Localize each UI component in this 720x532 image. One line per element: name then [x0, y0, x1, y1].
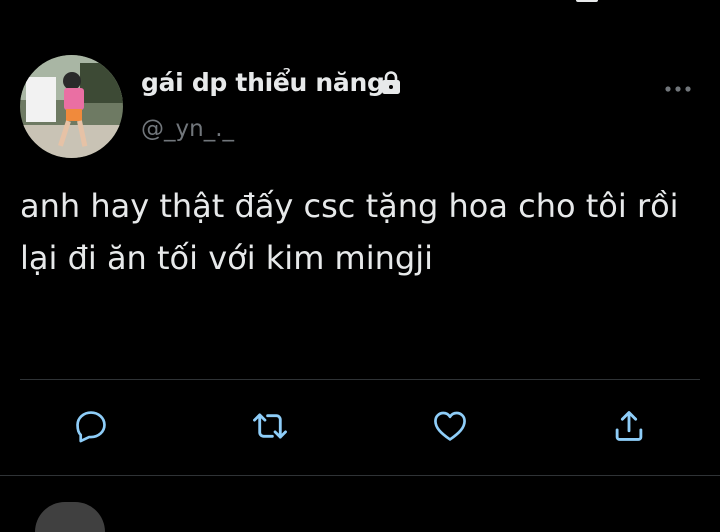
- like-button[interactable]: [430, 406, 470, 446]
- reply-button[interactable]: [71, 406, 111, 446]
- divider: [20, 379, 700, 380]
- heart-icon: [434, 411, 466, 441]
- lock-icon: [378, 70, 404, 96]
- retweet-button[interactable]: [250, 406, 290, 446]
- reply-icon: [76, 411, 106, 443]
- author-name[interactable]: gái dp thiểu năng: [141, 68, 385, 97]
- divider: [0, 475, 720, 476]
- next-tweet-avatar[interactable]: [35, 502, 105, 532]
- share-icon: [615, 411, 643, 441]
- retweet-icon: [253, 413, 287, 439]
- more-options-button[interactable]: [662, 80, 694, 98]
- tweet: gái dp thiểu năng @_yn_._ anh hay thật đ…: [0, 0, 720, 532]
- tweet-text: anh hay thật đấy csc tặng hoa cho tôi rồ…: [20, 187, 679, 277]
- more-horizontal-icon: [665, 86, 691, 92]
- avatar[interactable]: [20, 55, 123, 158]
- share-button[interactable]: [609, 406, 649, 446]
- author-handle[interactable]: @_yn_._: [141, 116, 234, 142]
